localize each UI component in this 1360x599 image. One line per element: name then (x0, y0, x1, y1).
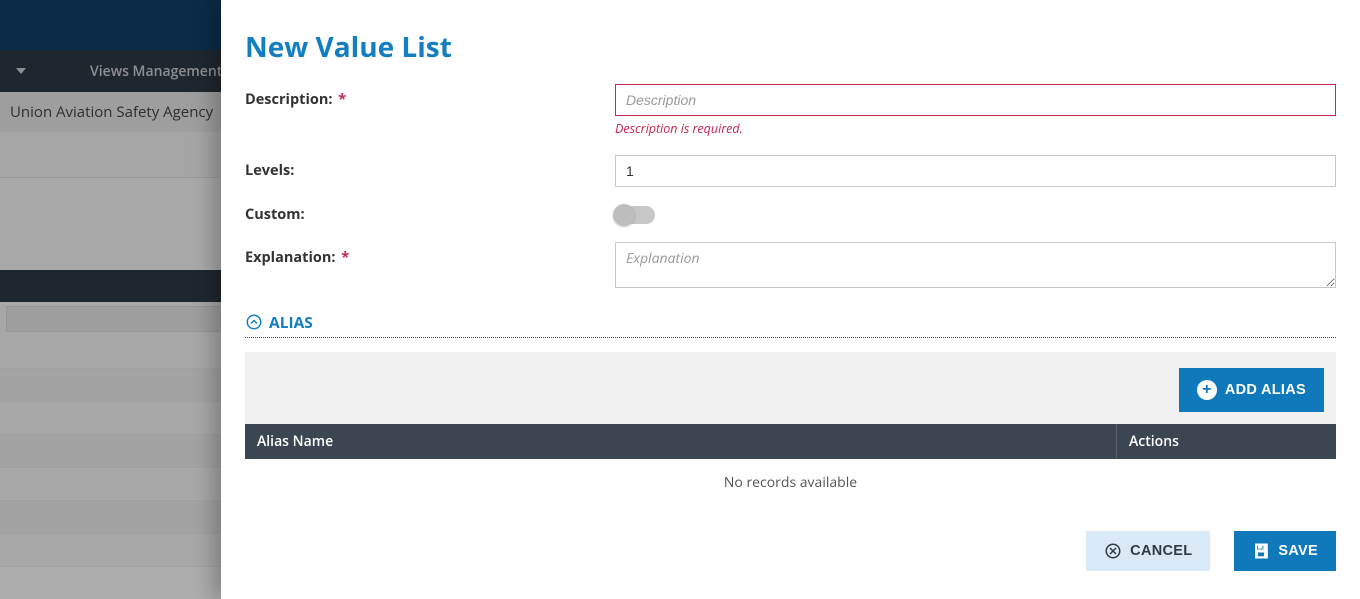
cancel-label: CANCEL (1130, 543, 1192, 559)
save-label: SAVE (1278, 543, 1318, 559)
save-floppy-icon (1252, 542, 1270, 560)
label-custom: Custom: (245, 205, 615, 224)
row-description: Description: * Description is required. (245, 84, 1336, 137)
chevron-up-circle-icon (245, 313, 263, 331)
col-actions: Actions (1116, 424, 1336, 459)
alias-toolbar: + ADD ALIAS (245, 352, 1336, 424)
save-button[interactable]: SAVE (1234, 531, 1336, 571)
alias-grid-empty: No records available (245, 459, 1336, 514)
levels-input[interactable] (615, 155, 1336, 187)
row-custom: Custom: (245, 205, 1336, 224)
required-mark: * (338, 90, 346, 109)
row-levels: Levels: (245, 155, 1336, 187)
add-alias-label: ADD ALIAS (1225, 382, 1306, 398)
custom-toggle[interactable] (615, 206, 655, 224)
col-alias-name: Alias Name (245, 424, 1116, 459)
label-explanation: Explanation: * (245, 242, 615, 267)
explanation-input[interactable] (615, 242, 1336, 288)
label-description: Description: * (245, 84, 615, 109)
slideover-panel: New Value List Description: * Descriptio… (221, 0, 1360, 599)
cancel-button[interactable]: CANCEL (1086, 531, 1210, 571)
alias-heading-text: ALIAS (269, 311, 313, 333)
add-alias-button[interactable]: + ADD ALIAS (1179, 368, 1324, 412)
required-mark: * (341, 248, 349, 267)
plus-circle-icon: + (1197, 380, 1217, 400)
cancel-circle-icon (1104, 542, 1122, 560)
description-input[interactable] (615, 84, 1336, 116)
panel-title: New Value List (245, 28, 1336, 66)
alias-grid-header: Alias Name Actions (245, 424, 1336, 459)
toggle-knob (613, 204, 635, 226)
panel-footer: CANCEL SAVE (221, 515, 1360, 599)
alias-section-header[interactable]: ALIAS (245, 311, 1336, 338)
description-error: Description is required. (615, 120, 1336, 137)
label-levels: Levels: (245, 155, 615, 180)
row-explanation: Explanation: * (245, 242, 1336, 293)
